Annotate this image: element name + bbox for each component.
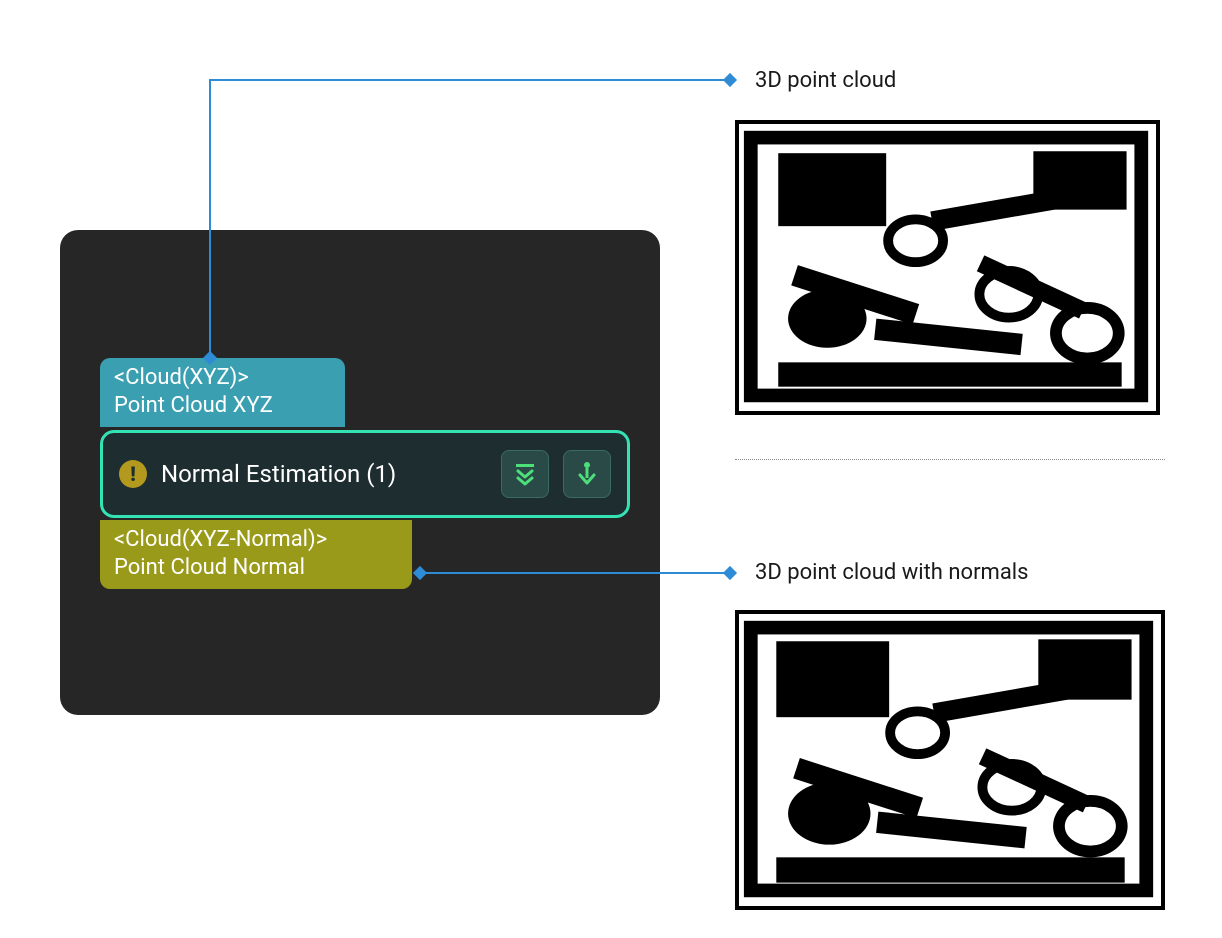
preview-divider	[735, 459, 1165, 460]
normal-estimation-node[interactable]: ! Normal Estimation (1)	[100, 430, 630, 518]
output-preview-image	[735, 610, 1165, 910]
expand-button[interactable]	[501, 450, 549, 498]
output-port-type: <Cloud(XYZ-Normal)>	[114, 526, 398, 554]
output-preview-label: 3D point cloud with normals	[755, 560, 1029, 585]
expand-down-icon	[511, 460, 539, 488]
input-preview-label: 3D point cloud	[755, 68, 896, 93]
input-port-type: <Cloud(XYZ)>	[114, 364, 331, 392]
download-button[interactable]	[563, 450, 611, 498]
output-port[interactable]: <Cloud(XYZ-Normal)> Point Cloud Normal	[100, 520, 412, 589]
input-port-label: Point Cloud XYZ	[114, 392, 331, 420]
input-port[interactable]: <Cloud(XYZ)> Point Cloud XYZ	[100, 358, 345, 427]
warning-icon: !	[119, 460, 147, 488]
node-title: Normal Estimation (1)	[161, 460, 487, 488]
input-preview-image	[735, 120, 1160, 415]
download-icon	[573, 460, 601, 488]
output-port-label: Point Cloud Normal	[114, 554, 398, 582]
